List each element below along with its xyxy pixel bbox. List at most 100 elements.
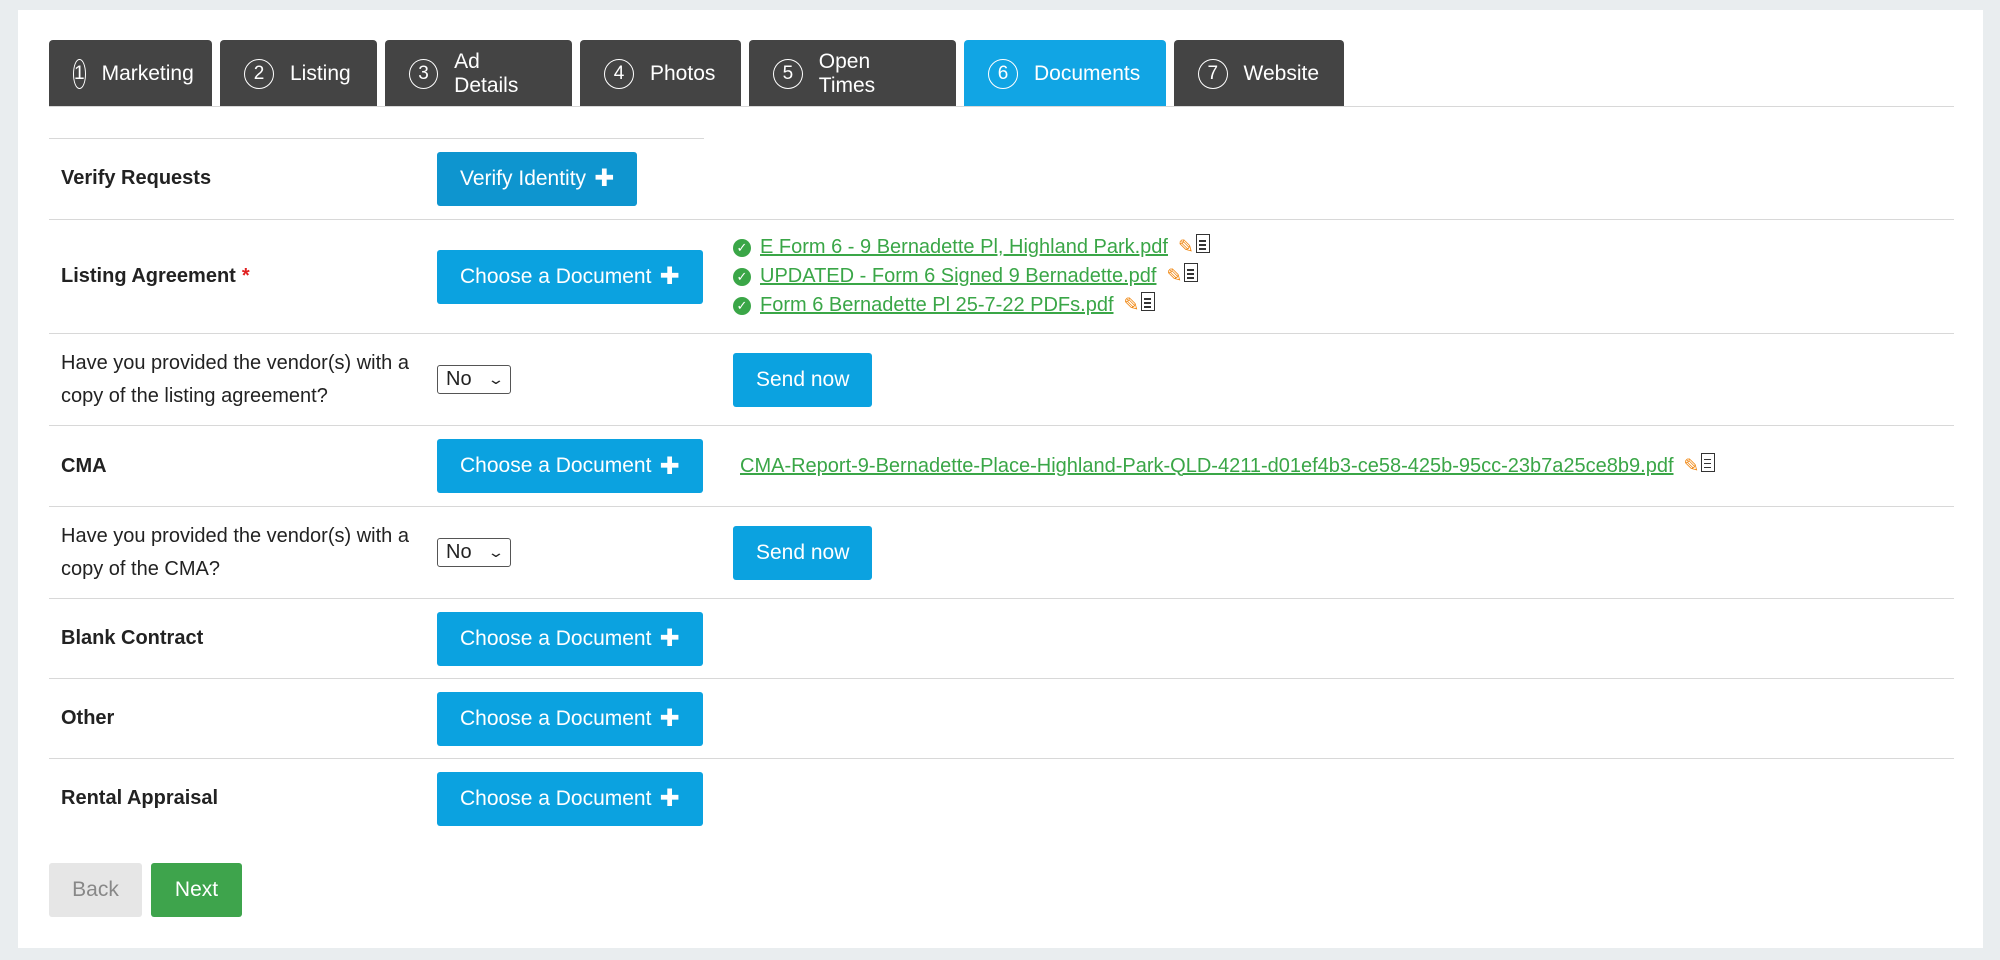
step-tabs: 1 Marketing 2 Listing 3 Ad Details 4 Pho… — [49, 40, 1344, 107]
cma-copy-select[interactable]: No ⌄ — [437, 538, 511, 567]
tab-label: Marketing — [101, 61, 194, 85]
row-control: Choose a Document ✚ — [437, 759, 703, 838]
choose-document-button[interactable]: Choose a Document ✚ — [437, 611, 703, 666]
file-item: CMA-Report-9-Bernadette-Place-Highland-P… — [740, 452, 1716, 479]
pencil-icon[interactable]: ✎ — [1124, 294, 1140, 317]
row-control: No ⌄ — [437, 507, 511, 598]
row-label: Listing Agreement * — [61, 220, 421, 333]
documents-panel: 1 Marketing 2 Listing 3 Ad Details 4 Pho… — [18, 10, 1983, 948]
row-label: CMA — [61, 454, 107, 477]
tab-label: Photos — [650, 61, 716, 85]
row-control: Choose a Document ✚ — [437, 220, 703, 333]
document-icon[interactable] — [1195, 234, 1210, 253]
document-icon[interactable] — [1184, 263, 1199, 282]
uploaded-files: ✓ E Form 6 - 9 Bernadette Pl, Highland P… — [733, 220, 1210, 333]
button-label: Choose a Document — [460, 264, 652, 288]
row-cma-copy: Have you provided the vendor(s) with a c… — [49, 506, 1954, 598]
plus-icon: ✚ — [659, 263, 680, 290]
pencil-icon[interactable]: ✎ — [1178, 236, 1194, 259]
row-label: Have you provided the vendor(s) with a c… — [61, 351, 409, 407]
tab-marketing[interactable]: 1 Marketing — [49, 40, 212, 107]
row-action: Send now — [733, 334, 873, 425]
document-icon[interactable] — [1141, 292, 1156, 311]
listing-copy-select[interactable]: No ⌄ — [437, 365, 511, 394]
file-item: ✓ UPDATED - Form 6 Signed 9 Bernadette.p… — [733, 263, 1210, 290]
row-label: Blank Contract — [61, 627, 204, 649]
row-other: Other Choose a Document ✚ — [49, 678, 1954, 758]
step-number: 7 — [1198, 58, 1228, 89]
uploaded-files: CMA-Report-9-Bernadette-Place-Highland-P… — [740, 426, 1716, 506]
check-circle-icon: ✓ — [733, 238, 751, 257]
file-item: ✓ E Form 6 - 9 Bernadette Pl, Highland P… — [733, 234, 1210, 261]
tab-listing[interactable]: 2 Listing — [220, 40, 377, 107]
choose-document-button[interactable]: Choose a Document ✚ — [437, 249, 703, 304]
documents-table: Verify Requests Verify Identity ✚ Listin… — [49, 138, 1954, 838]
tab-label: Listing — [290, 61, 351, 85]
step-number: 2 — [244, 58, 274, 89]
row-verify-requests: Verify Requests Verify Identity ✚ — [49, 138, 1954, 219]
choose-document-button[interactable]: Choose a Document ✚ — [437, 439, 703, 493]
plus-icon: ✚ — [659, 705, 680, 732]
tab-ad-details[interactable]: 3 Ad Details — [385, 40, 572, 107]
row-listing-agreement: Listing Agreement * Choose a Document ✚ … — [49, 219, 1954, 333]
plus-icon: ✚ — [659, 625, 680, 652]
file-link[interactable]: Form 6 Bernadette Pl 25-7-22 PDFs.pdf — [760, 294, 1114, 317]
choose-document-button[interactable]: Choose a Document ✚ — [437, 691, 703, 746]
button-label: Verify Identity — [460, 166, 587, 190]
tab-photos[interactable]: 4 Photos — [580, 40, 741, 107]
row-control: Verify Identity ✚ — [437, 138, 638, 219]
check-circle-icon: ✓ — [733, 267, 751, 286]
row-label: Other — [61, 707, 115, 729]
row-action: Send now — [733, 507, 873, 598]
chevron-down-icon: ⌄ — [487, 371, 505, 387]
next-button[interactable]: Next — [151, 863, 242, 917]
verify-identity-button[interactable]: Verify Identity ✚ — [437, 151, 638, 206]
file-link[interactable]: E Form 6 - 9 Bernadette Pl, Highland Par… — [760, 236, 1168, 259]
tab-label: Website — [1243, 61, 1319, 85]
back-button[interactable]: Back — [49, 863, 142, 917]
button-label: Choose a Document — [460, 786, 652, 810]
row-control: Choose a Document ✚ — [437, 679, 703, 758]
row-rental-appraisal: Rental Appraisal Choose a Document ✚ — [49, 758, 1954, 838]
select-value: No — [446, 541, 472, 563]
button-label: Choose a Document — [460, 706, 652, 730]
tab-label: Ad Details — [454, 49, 519, 97]
tab-divider — [49, 106, 1954, 107]
step-number: 6 — [988, 58, 1018, 89]
row-cma: CMA Choose a Document ✚ CMA-Report-9-Ber… — [49, 425, 1954, 506]
button-label: Choose a Document — [460, 626, 652, 650]
row-label: Rental Appraisal — [61, 787, 219, 809]
plus-icon: ✚ — [594, 165, 615, 192]
required-marker: * — [241, 265, 250, 287]
chevron-down-icon: ⌄ — [487, 544, 505, 560]
row-label: Have you provided the vendor(s) with a c… — [61, 524, 409, 580]
document-icon[interactable] — [1701, 452, 1716, 472]
pencil-icon[interactable]: ✎ — [1684, 455, 1700, 478]
plus-icon: ✚ — [659, 452, 680, 480]
tab-label: Open Times — [818, 49, 876, 97]
row-listing-copy: Have you provided the vendor(s) with a c… — [49, 333, 1954, 425]
row-label: Verify Requests — [61, 167, 212, 189]
step-number: 4 — [604, 58, 634, 89]
tab-documents[interactable]: 6 Documents — [964, 40, 1166, 107]
row-blank-contract: Blank Contract Choose a Document ✚ — [49, 598, 1954, 678]
step-number: 3 — [409, 58, 439, 89]
select-value: No — [446, 368, 472, 390]
send-now-button[interactable]: Send now — [733, 352, 873, 407]
button-label: Choose a Document — [460, 454, 652, 477]
file-link[interactable]: CMA-Report-9-Bernadette-Place-Highland-P… — [740, 455, 1674, 478]
tab-label: Documents — [1034, 61, 1141, 85]
check-circle-icon: ✓ — [733, 296, 751, 315]
pencil-icon[interactable]: ✎ — [1166, 265, 1182, 288]
file-link[interactable]: UPDATED - Form 6 Signed 9 Bernadette.pdf — [760, 265, 1156, 288]
choose-document-button[interactable]: Choose a Document ✚ — [437, 771, 703, 826]
file-item: ✓ Form 6 Bernadette Pl 25-7-22 PDFs.pdf … — [733, 292, 1210, 319]
listing-agreement-label: Listing Agreement — [61, 265, 236, 287]
send-now-button[interactable]: Send now — [733, 525, 873, 580]
step-number: 5 — [773, 58, 803, 89]
tab-open-times[interactable]: 5 Open Times — [749, 40, 956, 107]
step-number: 1 — [73, 58, 86, 89]
plus-icon: ✚ — [659, 785, 680, 812]
tab-website[interactable]: 7 Website — [1174, 40, 1344, 107]
row-control: Choose a Document ✚ — [437, 599, 703, 678]
